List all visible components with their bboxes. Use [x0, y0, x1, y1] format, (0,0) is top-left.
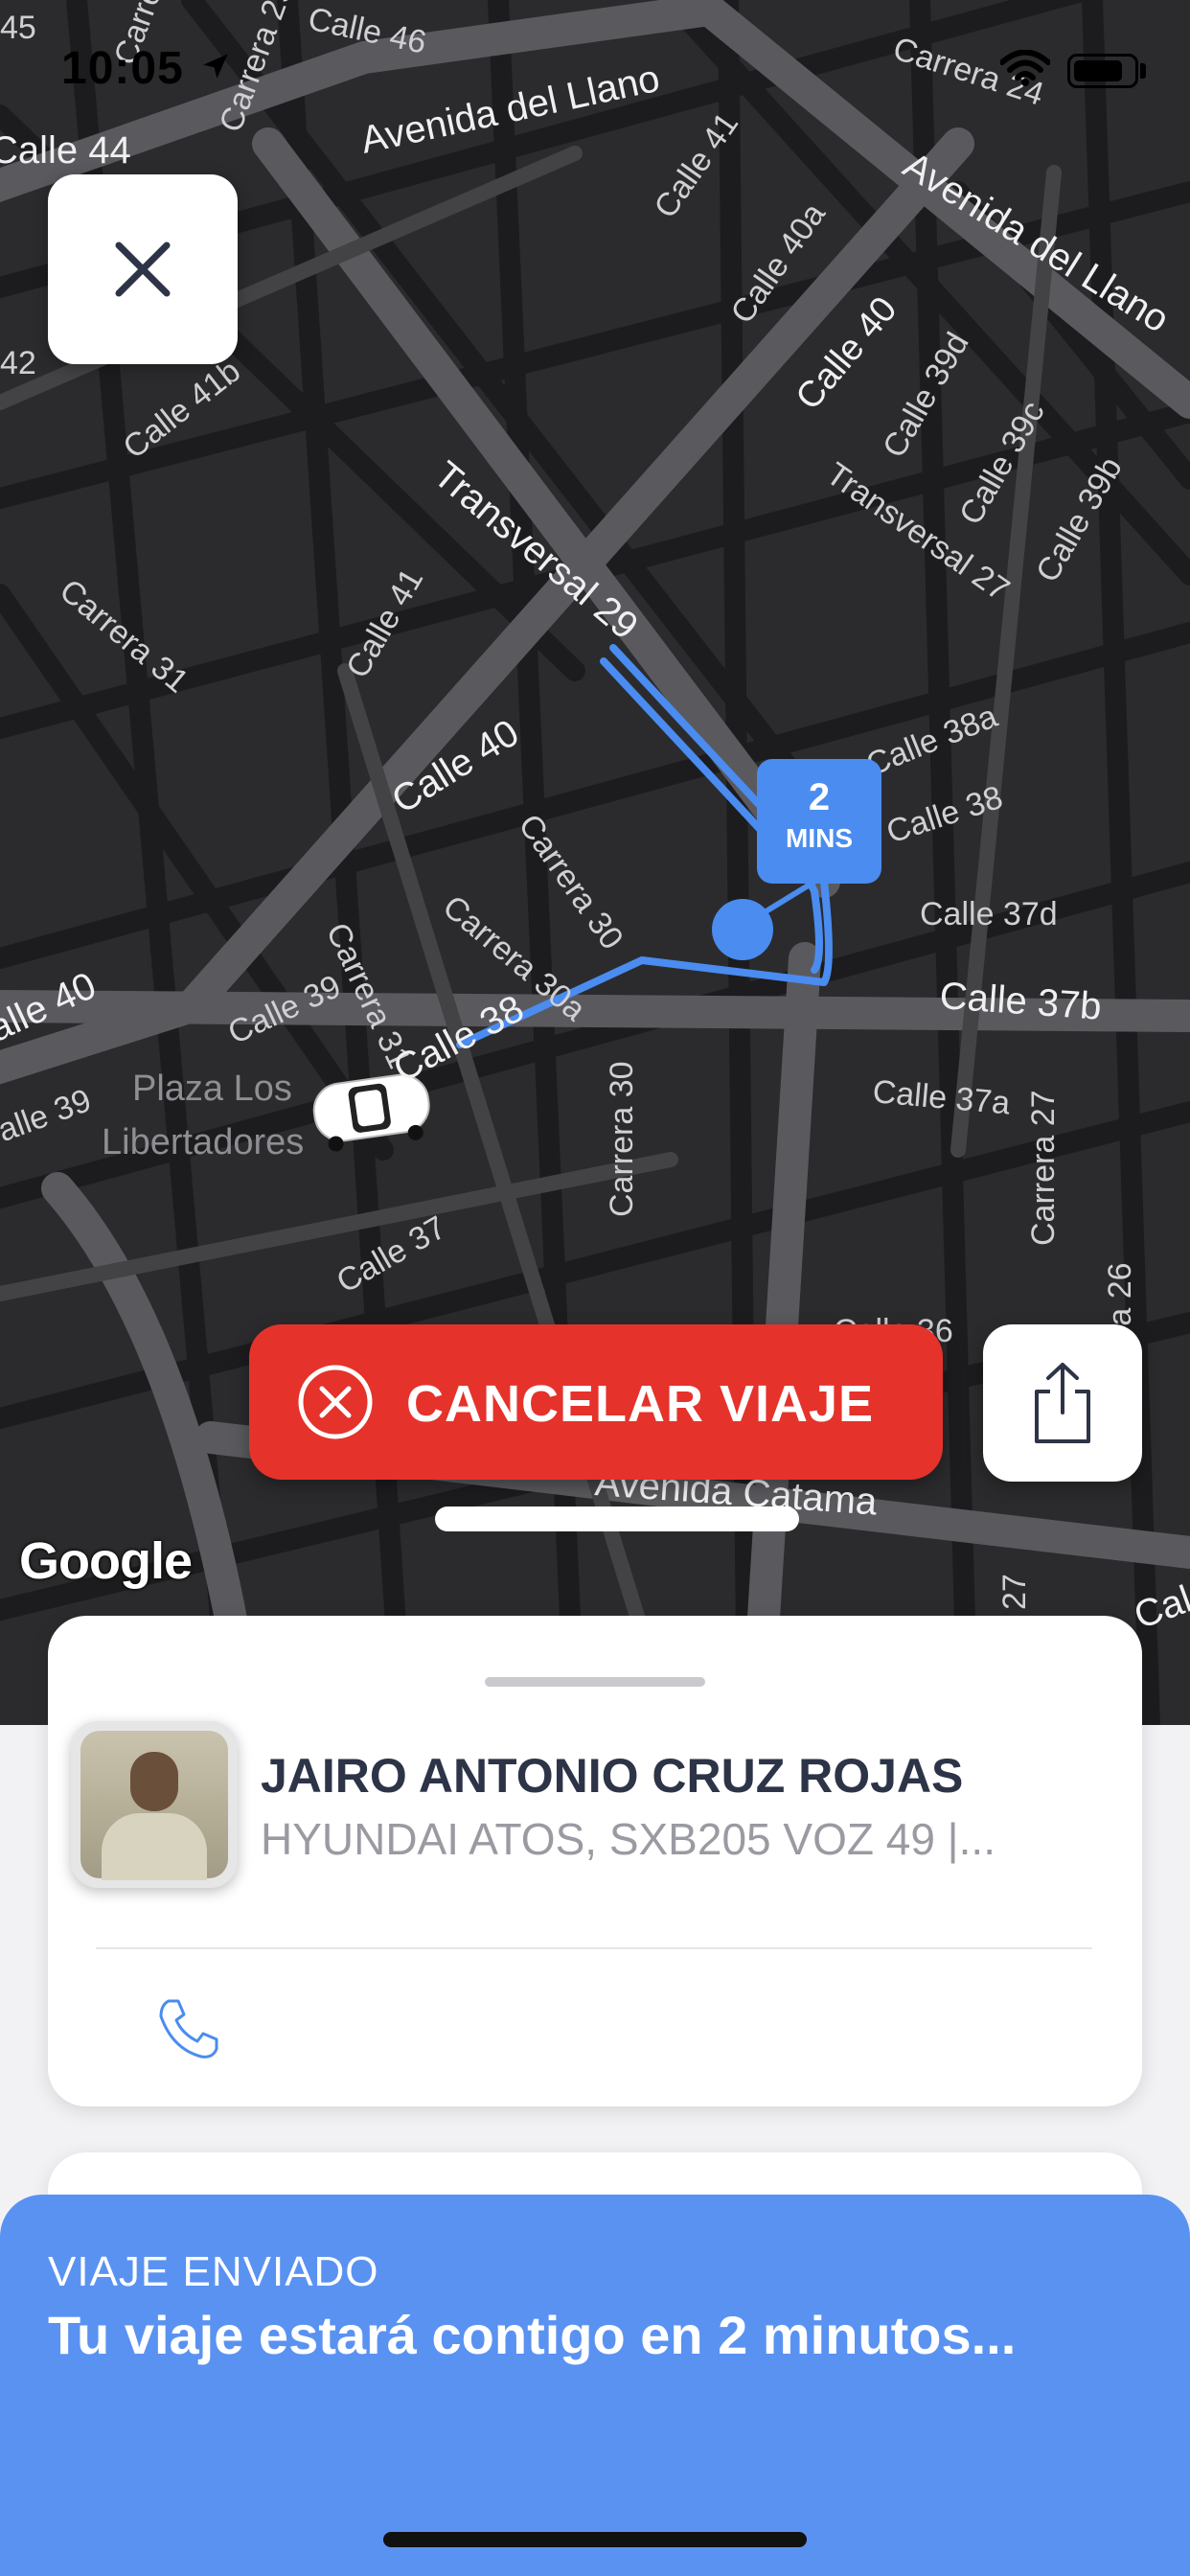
street-label: Carrera 27 [1025, 1090, 1062, 1246]
phone-icon[interactable] [155, 1995, 222, 2062]
divider [96, 1947, 1092, 1949]
street-label: Carrera 30 [604, 1061, 640, 1217]
street-label: Calle 39 [0, 1082, 96, 1157]
close-button[interactable] [48, 174, 238, 364]
battery-icon [1067, 54, 1138, 88]
user-location-dot [712, 899, 773, 960]
avatar-head [130, 1752, 178, 1811]
avatar-photo [80, 1731, 228, 1880]
driver-name: JAIRO ANTONIO CRUZ ROJAS [261, 1749, 964, 1803]
street-label: 27 [996, 1574, 1033, 1610]
driver-vehicle: HYUNDAI ATOS, SXB205 VOZ 49 |... [261, 1814, 995, 1864]
eta-number: 2 [808, 776, 831, 818]
sheet-grabber[interactable] [485, 1677, 705, 1687]
status-bar: 10:05 [0, 0, 1190, 134]
street-label: Calle 37a [871, 1073, 1012, 1121]
home-indicator[interactable] [383, 2532, 807, 2547]
location-arrow-icon [203, 54, 228, 79]
map-overlay-pill [435, 1506, 799, 1531]
place-label-line-2: Libertadores [102, 1122, 304, 1162]
battery-nub [1140, 63, 1146, 79]
share-icon [1035, 1363, 1090, 1443]
driver-avatar [71, 1721, 238, 1888]
street-label: 42 [0, 345, 36, 381]
cancel-circle-icon [298, 1365, 373, 1439]
status-time: 10:05 [61, 43, 184, 94]
trip-status-label: VIAJE ENVIADO [48, 2248, 379, 2295]
eta-unit: MINS [786, 823, 853, 853]
share-button[interactable] [983, 1324, 1142, 1482]
trip-status-banner: VIAJE ENVIADO Tu viaje estará contigo en… [0, 2195, 1190, 2576]
close-icon [115, 242, 171, 297]
driver-card[interactable]: JAIRO ANTONIO CRUZ ROJAS HYUNDAI ATOS, S… [48, 1616, 1142, 2106]
place-label-line-1: Plaza Los [132, 1069, 292, 1109]
avatar-body [102, 1813, 207, 1880]
wifi-icon [1000, 50, 1050, 86]
eta-badge: 2 MINS [757, 759, 881, 884]
cancel-trip-label: CANCELAR VIAJE [406, 1375, 875, 1433]
google-logo: Google [19, 1532, 193, 1590]
trip-status-message: Tu viaje estará contigo en 2 minutos... [48, 2305, 1017, 2365]
street-label: Calle 44 [0, 129, 131, 172]
street-label: Calle 37d [920, 896, 1058, 932]
cancel-trip-button[interactable]: CANCELAR VIAJE [249, 1324, 943, 1480]
